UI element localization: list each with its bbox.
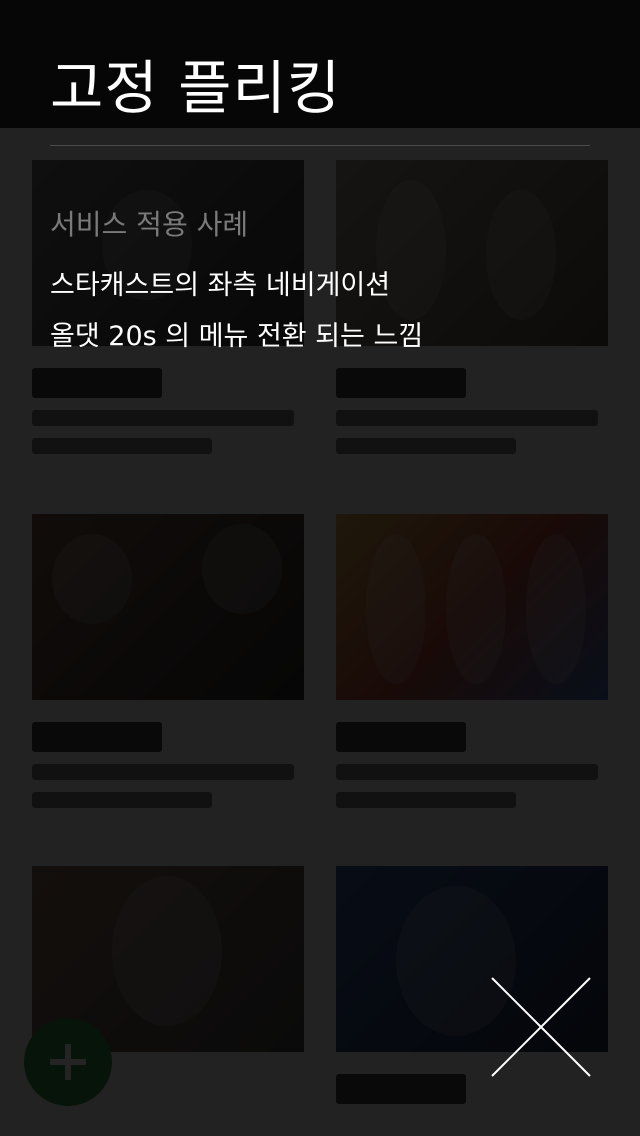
close-button[interactable] <box>490 976 592 1078</box>
overlay-description-line: 스타캐스트의 좌측 네비게이션 <box>50 270 391 301</box>
screen: 고정 플리킹 서비스 적용 사례 스타캐스트의 좌측 네비게이션 올댓 20s … <box>0 0 640 1136</box>
overlay-title: 고정 플리킹 <box>50 54 342 122</box>
overlay-subtitle: 서비스 적용 사례 <box>50 208 249 241</box>
divider <box>50 145 590 146</box>
overlay-description-line: 올댓 20s 의 메뉴 전환 되는 느낌 <box>50 321 424 352</box>
close-icon <box>490 976 592 1078</box>
info-overlay: 고정 플리킹 서비스 적용 사례 스타캐스트의 좌측 네비게이션 올댓 20s … <box>0 0 640 1136</box>
